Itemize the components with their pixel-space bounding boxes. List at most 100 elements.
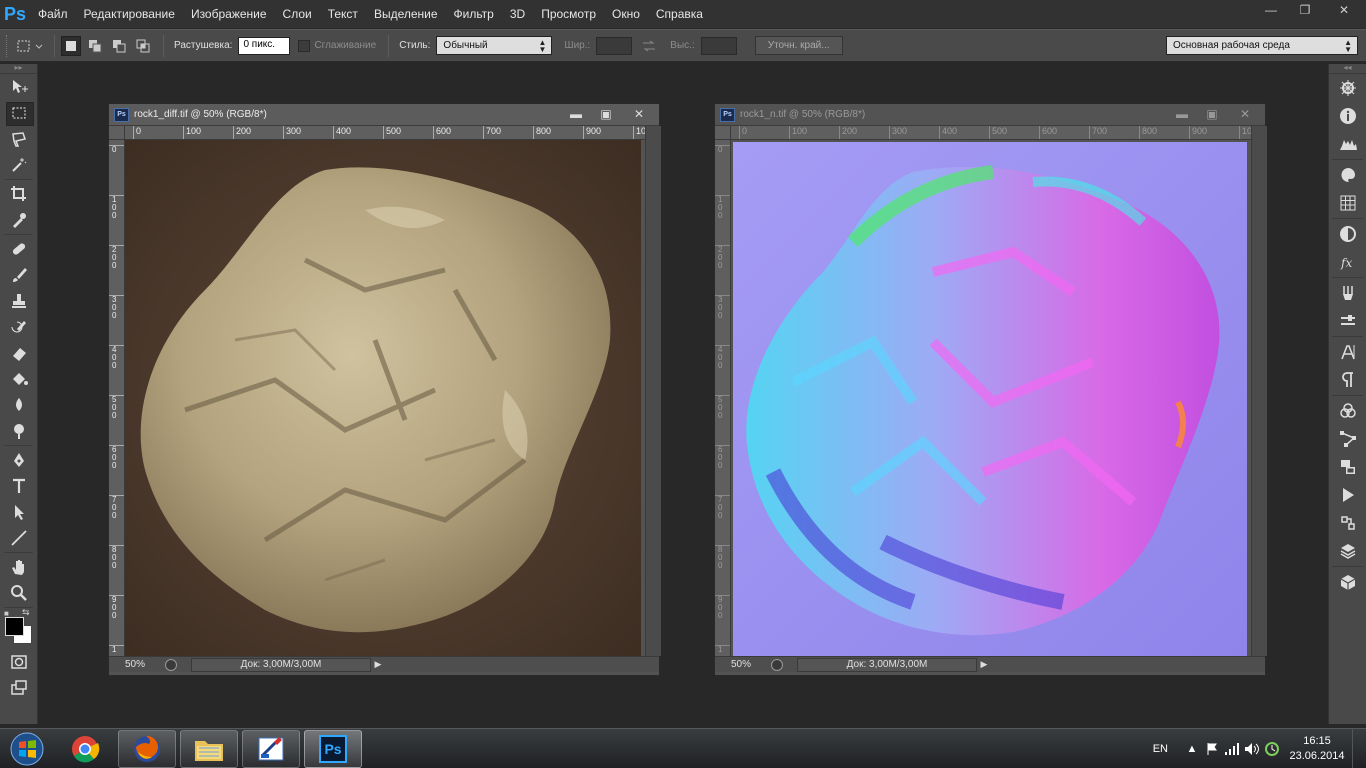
- document-canvas[interactable]: [733, 142, 1247, 656]
- path-selection-tool-icon[interactable]: [0, 499, 38, 525]
- menu-file[interactable]: Файл: [30, 0, 76, 28]
- document-canvas[interactable]: [125, 140, 641, 656]
- lasso-tool-icon[interactable]: [0, 126, 38, 152]
- vertical-ruler[interactable]: 0 1 0 0 2 0 0 3 0 0 4 0 0 5 0 0 6 0 0 7 …: [715, 140, 731, 656]
- horizontal-ruler[interactable]: 0 100 200 300 400 500 600 700 800 900 10: [125, 126, 645, 140]
- menu-filter[interactable]: Фильтр: [446, 0, 502, 28]
- dodge-tool-icon[interactable]: [0, 418, 38, 444]
- height-input[interactable]: [700, 36, 737, 55]
- type-tool-icon[interactable]: [0, 473, 38, 499]
- width-input[interactable]: [596, 36, 633, 55]
- paint-bucket-tool-icon[interactable]: [0, 366, 38, 392]
- info-icon[interactable]: [1329, 102, 1366, 130]
- show-desktop-button[interactable]: [1352, 729, 1366, 768]
- doc-minimize-button[interactable]: ▬: [561, 104, 591, 124]
- status-menu-arrow-icon[interactable]: ▶: [371, 658, 385, 672]
- document-title-bar[interactable]: Ps rock1_diff.tif @ 50% (RGB/8*) ▬ ▣ ✕: [109, 104, 659, 126]
- zoom-level[interactable]: 50%: [715, 659, 765, 670]
- paragraph-icon[interactable]: [1329, 366, 1366, 394]
- taskbar-firefox[interactable]: [118, 729, 176, 768]
- swatches-icon[interactable]: [1329, 189, 1366, 217]
- update-icon[interactable]: [1262, 739, 1282, 759]
- swap-dimensions-icon[interactable]: [632, 40, 666, 52]
- ruler-origin[interactable]: [715, 126, 731, 140]
- show-hidden-icons-icon[interactable]: ▲: [1182, 739, 1202, 759]
- adjustments-icon[interactable]: [1329, 220, 1366, 248]
- eraser-tool-icon[interactable]: [0, 340, 38, 366]
- color-palette-icon[interactable]: [1329, 161, 1366, 189]
- clone-stamp-tool-icon[interactable]: [0, 288, 38, 314]
- brush-presets-icon[interactable]: [1329, 279, 1366, 307]
- eyedropper-tool-icon[interactable]: [0, 207, 38, 233]
- pen-tool-icon[interactable]: [0, 447, 38, 473]
- action-center-flag-icon[interactable]: [1202, 739, 1222, 759]
- tool-presets-icon[interactable]: [1329, 307, 1366, 335]
- minimize-button[interactable]: —: [1254, 0, 1288, 20]
- brush-tool-icon[interactable]: [0, 262, 38, 288]
- menu-image[interactable]: Изображение: [183, 0, 275, 28]
- style-select[interactable]: Обычный ▲ ▼: [436, 36, 553, 55]
- foreground-color[interactable]: [5, 617, 24, 636]
- history-brush-tool-icon[interactable]: [0, 314, 38, 340]
- 3d-icon[interactable]: [1329, 568, 1366, 596]
- layers-icon[interactable]: [1329, 537, 1366, 565]
- ruler-origin[interactable]: [109, 126, 125, 140]
- menu-help[interactable]: Справка: [648, 0, 711, 28]
- taskbar-chrome[interactable]: [56, 730, 114, 768]
- vertical-scrollbar[interactable]: [1251, 126, 1267, 656]
- character-icon[interactable]: [1329, 338, 1366, 366]
- styles-fx-icon[interactable]: fx: [1329, 248, 1366, 276]
- panel-collapse-icon[interactable]: ◂◂: [1329, 64, 1366, 74]
- close-button[interactable]: ✕: [1322, 0, 1366, 20]
- status-info-icon[interactable]: [771, 658, 783, 671]
- actions-icon[interactable]: [1329, 481, 1366, 509]
- navigator-icon[interactable]: [1329, 74, 1366, 102]
- move-tool-icon[interactable]: [0, 74, 38, 100]
- horizontal-ruler[interactable]: 0 100 200 300 400 500 600 700 800 900 10: [731, 126, 1251, 140]
- hand-tool-icon[interactable]: [0, 554, 38, 580]
- vertical-scrollbar[interactable]: [645, 126, 661, 656]
- taskbar-explorer[interactable]: [180, 729, 238, 768]
- refine-edge-button[interactable]: Уточн. край...: [754, 36, 843, 55]
- antialias-checkbox[interactable]: [298, 39, 311, 52]
- zoom-level[interactable]: 50%: [109, 659, 159, 670]
- doc-close-button[interactable]: ✕: [621, 104, 657, 124]
- taskbar-photoshop[interactable]: Ps: [304, 729, 362, 768]
- network-signal-icon[interactable]: [1222, 739, 1242, 759]
- line-tool-icon[interactable]: [0, 525, 38, 551]
- menu-layers[interactable]: Слои: [275, 0, 320, 28]
- magic-wand-tool-icon[interactable]: [0, 152, 38, 178]
- history-icon[interactable]: [1329, 509, 1366, 537]
- status-menu-arrow-icon[interactable]: ▶: [977, 658, 991, 672]
- new-selection-button[interactable]: [61, 35, 81, 56]
- doc-maximize-button[interactable]: ▣: [1197, 104, 1227, 124]
- menu-view[interactable]: Просмотр: [533, 0, 604, 28]
- taskbar-paint[interactable]: [242, 729, 300, 768]
- system-clock[interactable]: 16:15 23.06.2014: [1282, 734, 1352, 764]
- healing-brush-tool-icon[interactable]: [0, 236, 38, 262]
- feather-input[interactable]: 0 пикс.: [238, 36, 291, 55]
- blur-tool-icon[interactable]: [0, 392, 38, 418]
- paths-icon[interactable]: [1329, 425, 1366, 453]
- menu-select[interactable]: Выделение: [366, 0, 446, 28]
- menu-3d[interactable]: 3D: [502, 0, 533, 28]
- marquee-tool-icon[interactable]: [0, 100, 38, 126]
- toolbar-collapse-icon[interactable]: ▸▸: [0, 64, 37, 74]
- screen-mode-icon[interactable]: [0, 675, 38, 701]
- crop-tool-icon[interactable]: [0, 181, 38, 207]
- tool-preset-picker[interactable]: [12, 35, 48, 57]
- volume-icon[interactable]: [1242, 739, 1262, 759]
- quick-mask-icon[interactable]: [0, 649, 38, 675]
- subtract-selection-button[interactable]: [109, 36, 129, 56]
- channels-icon[interactable]: [1329, 397, 1366, 425]
- restore-button[interactable]: ❐: [1288, 0, 1322, 20]
- doc-minimize-button[interactable]: ▬: [1167, 104, 1197, 124]
- language-indicator[interactable]: EN: [1153, 743, 1168, 755]
- menu-edit[interactable]: Редактирование: [76, 0, 183, 28]
- menu-type[interactable]: Текст: [320, 0, 366, 28]
- start-button[interactable]: [0, 729, 54, 768]
- zoom-tool-icon[interactable]: [0, 580, 38, 606]
- layer-comps-icon[interactable]: [1329, 453, 1366, 481]
- add-selection-button[interactable]: [85, 36, 105, 56]
- status-info-icon[interactable]: [165, 658, 177, 671]
